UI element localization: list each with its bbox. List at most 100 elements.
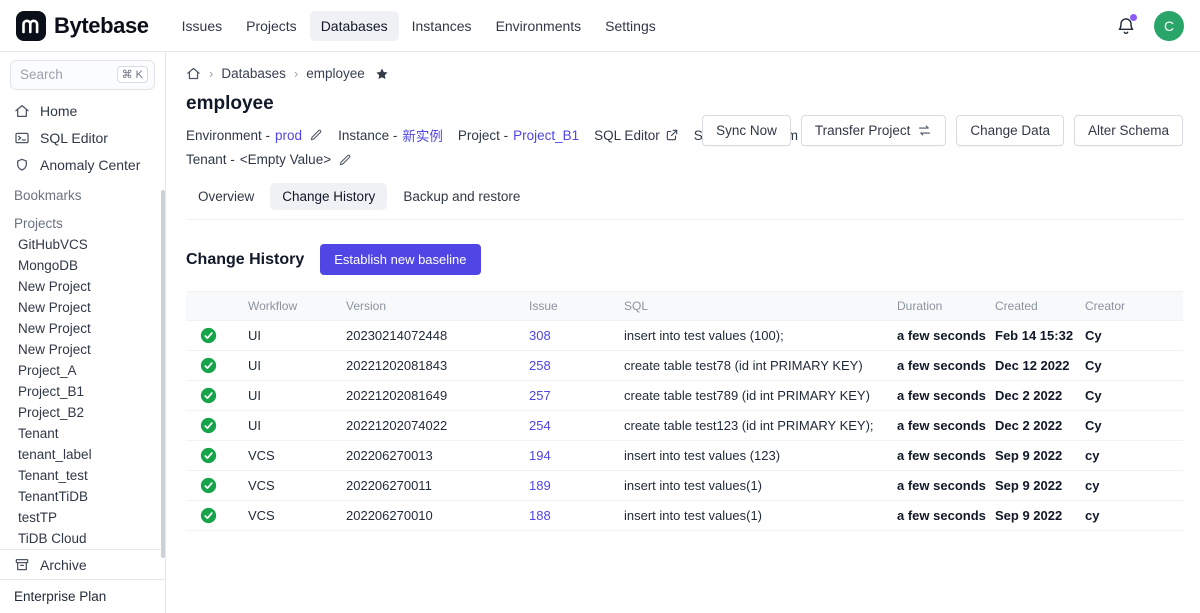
sql-editor-link[interactable]: SQL Editor [594, 128, 679, 143]
sidebar-project-tenant-label[interactable]: tenant_label [0, 444, 165, 465]
sidebar-project-tenanttidb[interactable]: TenantTiDB [0, 486, 165, 507]
alter-schema-button[interactable]: Alter Schema [1074, 115, 1183, 146]
transfer-project-button[interactable]: Transfer Project [801, 115, 947, 146]
column-header-workflow: Workflow [248, 292, 346, 321]
duration-cell: a few seconds [897, 441, 995, 471]
main-nav: IssuesProjectsDatabasesInstancesEnvironm… [171, 11, 667, 41]
sidebar-item-label: Anomaly Center [40, 157, 140, 173]
topnav-item-issues[interactable]: Issues [171, 11, 233, 41]
sidebar-project-tenant[interactable]: Tenant [0, 423, 165, 444]
instance-link[interactable]: 新实例 [402, 125, 443, 145]
sidebar-project-mongodb[interactable]: MongoDB [0, 255, 165, 276]
sync-now-button[interactable]: Sync Now [702, 115, 791, 146]
issue-link[interactable]: 254 [529, 418, 551, 433]
history-table-row[interactable]: UI20230214072448308insert into test valu… [186, 321, 1183, 351]
status-cell [186, 381, 248, 411]
sql-cell: create table test789 (id int PRIMARY KEY… [624, 381, 897, 411]
issue-cell: 258 [529, 351, 624, 381]
enterprise-plan[interactable]: Enterprise Plan [0, 579, 165, 613]
sidebar-item-archive[interactable]: Archive [0, 549, 165, 579]
sql-editor-label: SQL Editor [594, 128, 660, 143]
issue-link[interactable]: 257 [529, 388, 551, 403]
history-table-row[interactable]: UI20221202074022254create table test123 … [186, 411, 1183, 441]
brand[interactable]: Bytebase [16, 11, 149, 41]
edit-pencil-icon[interactable] [338, 153, 352, 167]
sidebar-project-tenant-test[interactable]: Tenant_test [0, 465, 165, 486]
tab-change-history[interactable]: Change History [270, 183, 387, 210]
topnav-item-instances[interactable]: Instances [401, 11, 483, 41]
terminal-icon [14, 130, 30, 146]
sidebar-scrollbar[interactable] [161, 190, 165, 558]
project-meta: Project - Project_B1 [458, 128, 579, 143]
edit-pencil-icon[interactable] [309, 128, 323, 142]
issue-cell: 254 [529, 411, 624, 441]
created-cell: Dec 2 2022 [995, 381, 1085, 411]
sidebar-item-home[interactable]: Home [0, 98, 165, 125]
sql-cell: insert into test values (100); [624, 321, 897, 351]
topnav-item-projects[interactable]: Projects [235, 11, 308, 41]
issue-link[interactable]: 189 [529, 478, 551, 493]
duration-cell: a few seconds [897, 471, 995, 501]
issue-cell: 308 [529, 321, 624, 351]
history-table-row[interactable]: VCS202206270010188insert into test value… [186, 501, 1183, 531]
sql-cell: insert into test values (123) [624, 441, 897, 471]
issue-link[interactable]: 308 [529, 328, 551, 343]
success-check-icon [200, 507, 217, 524]
tab-overview[interactable]: Overview [186, 183, 266, 210]
issue-link[interactable]: 194 [529, 448, 551, 463]
topnav-item-environments[interactable]: Environments [485, 11, 593, 41]
sidebar-item-label: SQL Editor [40, 130, 108, 146]
status-cell [186, 471, 248, 501]
sidebar-project-project-b1[interactable]: Project_B1 [0, 381, 165, 402]
bookmark-star-icon[interactable] [375, 67, 389, 81]
environment-link[interactable]: prod [275, 128, 302, 143]
sidebar-project-new-project[interactable]: New Project [0, 276, 165, 297]
topnav-item-settings[interactable]: Settings [594, 11, 667, 41]
column-header-version: Version [346, 292, 529, 321]
project-link[interactable]: Project_B1 [513, 128, 579, 143]
issue-link[interactable]: 258 [529, 358, 551, 373]
history-table-row[interactable]: UI20221202081843258create table test78 (… [186, 351, 1183, 381]
search-box[interactable]: ⌘ K [10, 60, 155, 90]
app-shell: ⌘ K Home SQL [0, 52, 1200, 613]
success-check-icon [200, 477, 217, 494]
tenant-meta-row: Tenant - <Empty Value> [186, 152, 1183, 167]
topnav-item-databases[interactable]: Databases [310, 11, 399, 41]
change-data-button[interactable]: Change Data [956, 115, 1064, 146]
success-check-icon [200, 327, 217, 344]
duration-cell: a few seconds [897, 321, 995, 351]
sidebar-project-new-project[interactable]: New Project [0, 339, 165, 360]
history-table-row[interactable]: VCS202206270011189insert into test value… [186, 471, 1183, 501]
tenant-label: Tenant - [186, 152, 235, 167]
tab-backup-and-restore[interactable]: Backup and restore [391, 183, 532, 210]
home-icon[interactable] [186, 66, 201, 81]
change-history-table: WorkflowVersionIssueSQLDurationCreatedCr… [186, 291, 1183, 531]
notifications-bell-icon[interactable] [1116, 16, 1136, 36]
home-icon [14, 103, 30, 119]
sql-cell: create table test78 (id int PRIMARY KEY) [624, 351, 897, 381]
sidebar-project-new-project[interactable]: New Project [0, 297, 165, 318]
issue-link[interactable]: 188 [529, 508, 551, 523]
establish-baseline-button[interactable]: Establish new baseline [320, 244, 480, 275]
status-cell [186, 441, 248, 471]
sidebar-item-sql-editor[interactable]: SQL Editor [0, 125, 165, 152]
transfer-icon [917, 123, 932, 138]
duration-cell: a few seconds [897, 411, 995, 441]
history-table-row[interactable]: VCS202206270013194insert into test value… [186, 441, 1183, 471]
creator-cell: Cy [1085, 321, 1183, 351]
sidebar-project-new-project[interactable]: New Project [0, 318, 165, 339]
breadcrumb: › Databases › employee [186, 66, 1183, 81]
breadcrumb-databases[interactable]: Databases [221, 66, 286, 81]
sidebar-project-project-a[interactable]: Project_A [0, 360, 165, 381]
duration-cell: a few seconds [897, 501, 995, 531]
sidebar-project-testtp[interactable]: testTP [0, 507, 165, 528]
history-table-row[interactable]: UI20221202081649257create table test789 … [186, 381, 1183, 411]
breadcrumb-employee[interactable]: employee [306, 66, 365, 81]
issue-cell: 189 [529, 471, 624, 501]
sidebar-item-anomaly-center[interactable]: Anomaly Center [0, 152, 165, 179]
sidebar-project-githubvcs[interactable]: GitHubVCS [0, 234, 165, 255]
avatar[interactable]: C [1154, 11, 1184, 41]
sidebar-project-tidb-cloud[interactable]: TiDB Cloud [0, 528, 165, 549]
search-input[interactable] [20, 67, 113, 82]
sidebar-project-project-b2[interactable]: Project_B2 [0, 402, 165, 423]
